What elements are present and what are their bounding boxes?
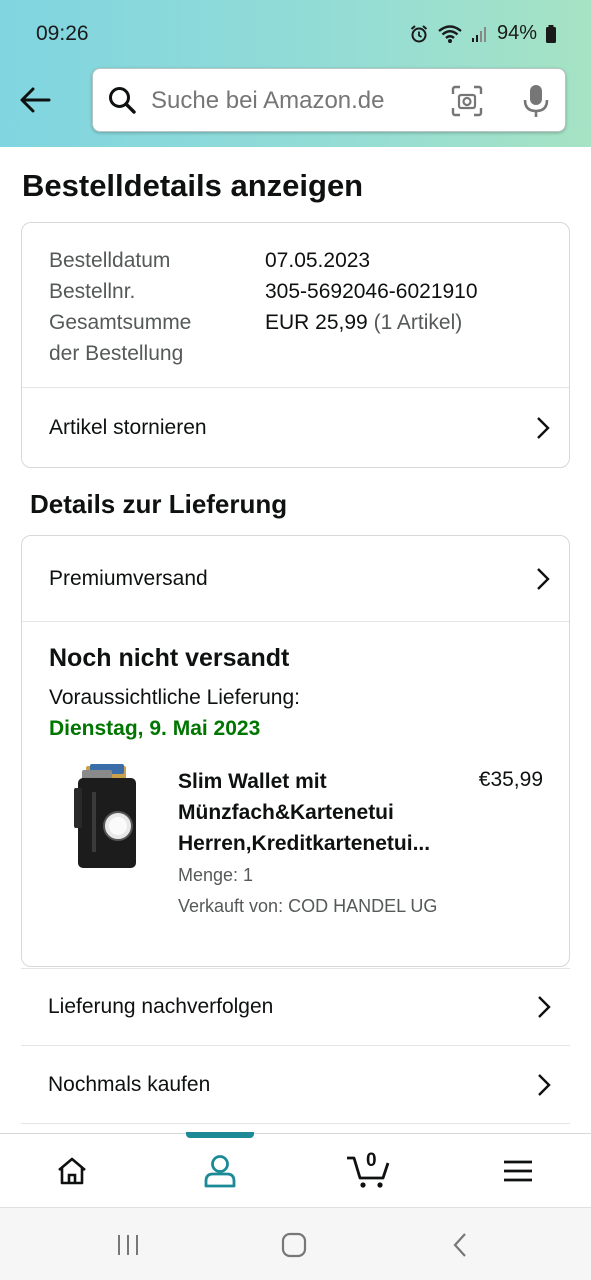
cancel-items-link[interactable]: Artikel stornieren [22,388,569,468]
order-summary-card: Bestelldatum 07.05.2023 Bestellnr. 305-5… [21,222,570,468]
order-number-label: Bestellnr. [49,280,136,303]
chevron-left-icon [453,1233,466,1257]
product-quantity: Menge: 1 [178,865,254,885]
order-total-row: Gesamtsumme EUR 25,99 (1 Artikel) [49,307,478,338]
order-number-value: 305-5692046-6021910 [265,280,478,303]
delivery-card: Premiumversand Noch nicht versandt Vorau… [21,535,570,967]
search-icon [107,85,137,120]
nav-cart[interactable]: 0 [308,1134,428,1208]
wifi-icon [437,24,463,44]
product-price: €35,99 [478,768,543,791]
battery-percent: 94% [496,22,537,44]
nav-menu[interactable] [458,1134,578,1208]
alarm-icon [409,24,429,44]
track-package-link[interactable]: Lieferung nachverfolgen [21,968,570,1046]
status-icons: 94% [409,22,557,45]
order-date-label: Bestelldatum [49,249,171,272]
order-total-value: EUR 25,99 [265,311,368,334]
bottom-navigation: 0 [0,1132,591,1208]
delivery-section-title: Details zur Lieferung [30,489,288,519]
chevron-right-icon [538,1073,551,1096]
signal-icon [471,25,489,43]
order-number-row: Bestellnr. 305-5692046-6021910 [49,276,478,307]
chevron-right-icon [537,417,550,439]
cancel-items-label: Artikel stornieren [49,416,207,439]
chevron-right-icon [537,567,550,590]
product-title-link[interactable]: Slim Wallet mit Münzfach&Kartenetui Herr… [178,766,468,859]
search-input[interactable] [151,81,441,121]
back-button[interactable] [14,78,56,122]
eta-date: Dienstag, 9. Mai 2023 [49,717,261,740]
buy-again-link[interactable]: Nochmals kaufen [21,1046,570,1124]
buy-again-label: Nochmals kaufen [48,1072,211,1096]
recent-apps-button[interactable] [98,1230,158,1260]
camera-search-icon[interactable] [451,85,483,122]
product-image[interactable] [72,764,144,872]
page-title: Bestelldetails anzeigen [22,168,364,203]
battery-icon [545,24,557,44]
arrow-left-icon [20,87,51,113]
shipping-method-link[interactable]: Premiumversand [22,536,569,621]
home-system-button[interactable] [264,1230,324,1260]
chevron-right-icon [538,996,551,1018]
order-total-row-cont: der Bestellung [49,338,478,369]
microphone-icon[interactable] [521,83,551,124]
home-square-icon [281,1232,307,1258]
product-seller: Verkauft von: COD HANDEL UG [178,896,438,916]
order-total-label: Gesamtsumme [49,311,192,334]
order-info: Bestelldatum 07.05.2023 Bestellnr. 305-5… [49,245,478,369]
home-icon [58,1157,86,1185]
order-date-row: Bestelldatum 07.05.2023 [49,245,478,276]
person-icon [204,1155,236,1188]
shipment-status: Noch nicht versandt [49,644,290,672]
back-system-button[interactable] [430,1230,490,1260]
search-bar[interactable] [92,68,566,132]
menu-icon [504,1160,532,1182]
order-date-value: 07.05.2023 [265,249,371,272]
track-package-label: Lieferung nachverfolgen [48,995,274,1018]
recent-apps-icon [118,1235,138,1255]
divider [22,621,569,622]
shipping-method-label: Premiumversand [49,566,208,590]
status-time: 09:26 [36,22,89,45]
status-bar: 09:26 94% [0,0,591,70]
system-navigation-bar [0,1207,591,1280]
cart-count: 0 [366,1150,377,1171]
nav-account[interactable] [160,1134,280,1208]
eta-label: Voraussichtliche Lieferung: [49,686,300,709]
order-item-count: (1 Artikel) [373,311,463,334]
order-total-label-cont: der Bestellung [49,342,184,365]
nav-home[interactable] [12,1134,132,1208]
